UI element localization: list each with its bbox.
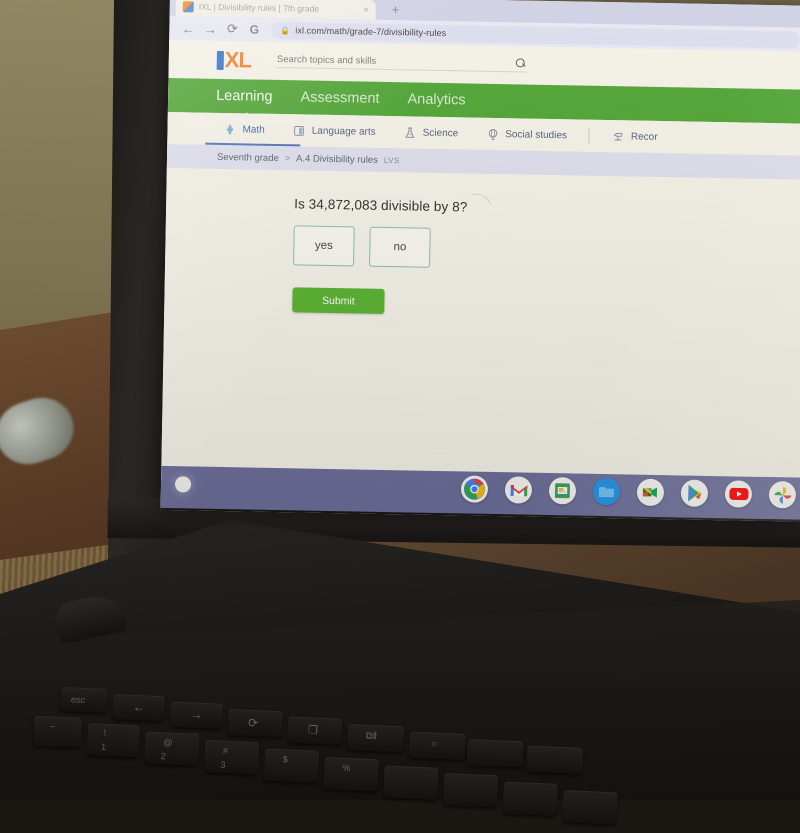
forward-icon[interactable]: →	[199, 21, 221, 36]
lock-icon: 🔒	[280, 25, 291, 35]
nav-item-learning[interactable]: Learning	[216, 88, 273, 105]
search-placeholder: Search topics and skills	[276, 53, 377, 67]
loading-arc	[454, 188, 498, 232]
search-field[interactable]: Search topics and skills	[276, 53, 528, 73]
ixl-logo[interactable]: XL	[216, 47, 252, 74]
subject-tab-recommendations[interactable]: Recor	[598, 120, 672, 153]
new-tab-button[interactable]: +	[392, 2, 400, 17]
answer-choice-yes[interactable]: yes	[293, 225, 355, 267]
gmail-icon[interactable]	[504, 476, 533, 504]
tab-title: IXL | Divisibility rules | 7th grade	[198, 1, 320, 14]
meet-icon[interactable]	[636, 478, 665, 507]
chrome-icon[interactable]	[460, 475, 489, 503]
breadcrumb-tag: LVS	[383, 155, 400, 165]
youtube-icon[interactable]	[724, 480, 753, 508]
question-text: Is 34,872,083 divisible by 8?	[294, 196, 468, 215]
rug-texture	[0, 515, 320, 800]
nav-item-analytics[interactable]: Analytics	[407, 91, 465, 108]
breadcrumb-grade[interactable]: Seventh grade	[217, 151, 279, 163]
subject-tab-language-arts[interactable]: Language arts	[278, 114, 390, 148]
close-icon[interactable]: ×	[363, 5, 368, 15]
recommendations-icon	[614, 132, 623, 140]
submit-button[interactable]: Submit	[292, 287, 385, 314]
answer-choices: yes no	[293, 225, 800, 274]
subject-tab-recommendations-label: Recor	[630, 130, 658, 143]
subject-tab-science-label: Science	[422, 127, 459, 139]
flask-icon	[405, 127, 415, 138]
shelf-icons	[460, 475, 797, 509]
question-area: Is 34,872,083 divisible by 8? yes no Sub…	[164, 168, 800, 322]
ixl-page: XL Search topics and skills Learning Ass…	[160, 39, 800, 522]
nav-item-assessment[interactable]: Assessment	[300, 89, 379, 106]
logo-i-bar	[216, 50, 224, 70]
reload-icon[interactable]: ⟳	[221, 21, 243, 37]
back-icon[interactable]: ←	[177, 21, 199, 36]
photos-icon[interactable]	[768, 481, 797, 509]
answer-choice-yes-label: yes	[314, 239, 333, 253]
math-icon	[226, 123, 234, 135]
launcher-button[interactable]	[174, 476, 192, 493]
google-icon[interactable]: G	[243, 22, 265, 36]
ixl-favicon	[182, 0, 194, 12]
subject-tab-math[interactable]: Math	[209, 113, 279, 146]
subject-tab-social-studies-label: Social studies	[505, 128, 568, 141]
search-icon[interactable]	[516, 58, 527, 69]
play-store-icon[interactable]	[680, 479, 709, 507]
breadcrumb-separator: >	[284, 153, 291, 164]
laptop-screen: IXL | Divisibility rules | 7th grade × +…	[160, 0, 800, 522]
subject-tab-math-label: Math	[242, 123, 265, 136]
globe-icon	[488, 128, 498, 140]
breadcrumb-skill[interactable]: A.4 Divisibility rules	[296, 153, 378, 165]
address-bar-url: ixl.com/math/grade-7/divisibility-rules	[295, 25, 447, 39]
answer-choice-no-label: no	[393, 241, 407, 254]
subject-tab-social-studies[interactable]: Social studies	[472, 118, 581, 152]
subject-tab-science[interactable]: Science	[389, 116, 472, 150]
book-icon	[294, 125, 305, 136]
subject-tab-language-arts-label: Language arts	[311, 125, 376, 138]
logo-xl-text: XL	[224, 47, 252, 73]
answer-choice-no[interactable]: no	[369, 226, 431, 268]
files-icon[interactable]	[592, 477, 621, 506]
nav-divider	[588, 127, 591, 144]
slides-icon[interactable]	[548, 477, 577, 505]
submit-button-label: Submit	[321, 294, 355, 307]
